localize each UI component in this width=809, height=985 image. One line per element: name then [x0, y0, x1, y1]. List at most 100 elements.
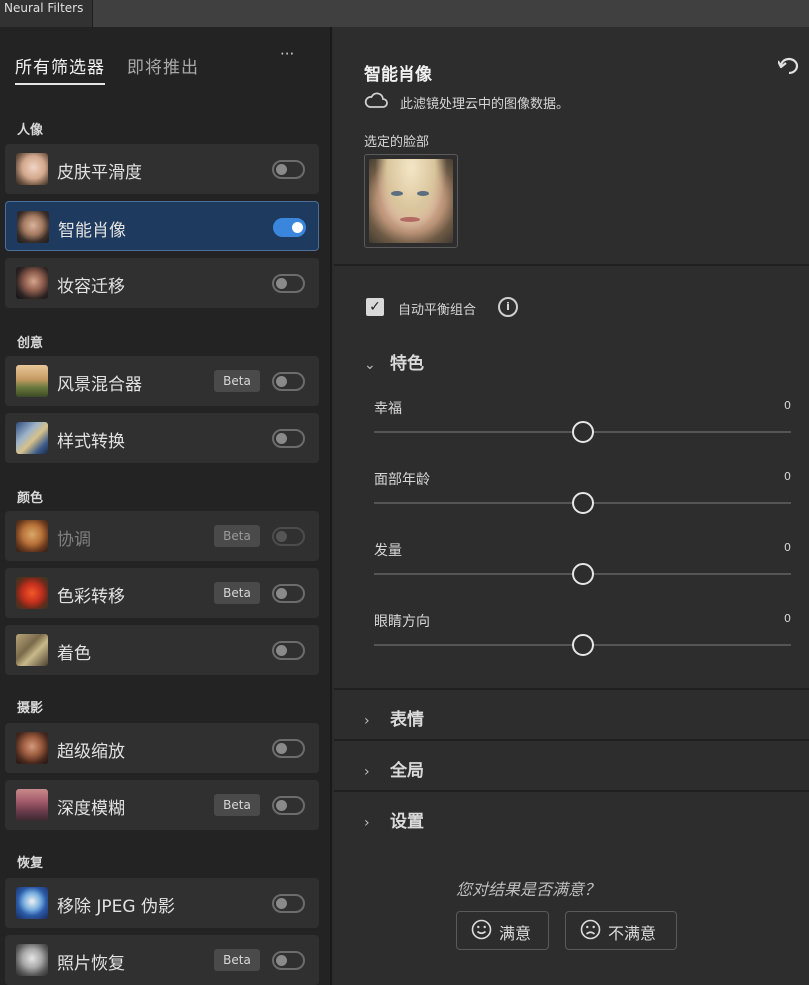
filter-label: 智能肖像 — [58, 221, 126, 241]
unsatisfied-label: 不满意 — [608, 924, 657, 943]
filter-toggle[interactable] — [272, 160, 305, 179]
feedback-question: 您对结果是否满意？ — [456, 880, 601, 899]
filter-toggle[interactable] — [272, 951, 305, 970]
section-header-expression[interactable]: › 表情 — [364, 705, 424, 730]
filter-row-smart-portrait[interactable]: 智能肖像 — [5, 201, 319, 251]
style-transfer-thumbnail-icon — [16, 422, 48, 454]
filter-toggle[interactable] — [272, 274, 305, 293]
filter-row-harmonization[interactable]: 协调 Beta — [5, 511, 319, 561]
slider-handle-hair-thickness[interactable] — [571, 563, 594, 585]
selected-face-thumbnail[interactable] — [364, 154, 458, 248]
filter-row-skin-smoothing[interactable]: 皮肤平滑度 — [5, 144, 319, 194]
filter-row-color-transfer[interactable]: 色彩转移 Beta — [5, 568, 319, 618]
selected-face-label: 选定的脸部 — [364, 135, 430, 150]
section-header-global[interactable]: › 全局 — [364, 756, 424, 781]
slider-handle-eye-direction[interactable] — [571, 634, 594, 656]
filter-label: 样式转换 — [57, 432, 125, 452]
auto-balance-label: 自动平衡组合 — [398, 303, 477, 318]
filter-label: 深度模糊 — [57, 799, 125, 819]
slider-handle-facial-age[interactable] — [571, 492, 594, 514]
slider-value-eye-direction: 0 — [784, 612, 791, 625]
slider-label-hair-thickness: 发量 — [374, 543, 402, 559]
filter-toggle[interactable] — [272, 429, 305, 448]
filter-toggle[interactable] — [272, 796, 305, 815]
chevron-right-icon: › — [364, 764, 370, 780]
window-titlebar: Neural Filters — [0, 0, 809, 27]
filter-toggle[interactable] — [272, 372, 305, 391]
group-label-color: 颜色 — [17, 491, 44, 506]
filter-row-colorize[interactable]: 着色 — [5, 625, 319, 675]
more-options-icon[interactable]: ··· — [280, 45, 294, 63]
window-title-tab[interactable]: Neural Filters — [0, 0, 93, 27]
panel-title: 智能肖像 — [364, 65, 432, 85]
slider-label-facial-age: 面部年龄 — [374, 472, 430, 488]
harmonization-thumbnail-icon — [16, 520, 48, 552]
beta-badge: Beta — [214, 949, 260, 971]
group-label-portrait: 人像 — [17, 123, 44, 138]
filter-label: 移除 JPEG 伪影 — [57, 897, 175, 917]
sidebar-tabs: 所有筛选器 即将推出 ··· — [0, 27, 330, 87]
color-transfer-thumbnail-icon — [16, 577, 48, 609]
filter-label: 妆容迁移 — [57, 277, 125, 297]
section-header-settings[interactable]: › 设置 — [364, 807, 424, 832]
filter-row-landscape-mixer[interactable]: 风景混合器 Beta — [5, 356, 319, 406]
skin-smoothing-thumbnail-icon — [16, 153, 48, 185]
filter-label: 照片恢复 — [57, 954, 125, 974]
chevron-right-icon: › — [364, 713, 370, 729]
filter-toggle[interactable] — [272, 739, 305, 758]
beta-badge: Beta — [214, 794, 260, 816]
colorize-thumbnail-icon — [16, 634, 48, 666]
filter-row-depth-blur[interactable]: 深度模糊 Beta — [5, 780, 319, 830]
filter-row-makeup-transfer[interactable]: 妆容迁移 — [5, 258, 319, 308]
section-divider — [334, 739, 809, 741]
auto-balance-checkbox[interactable]: ✓ — [366, 298, 384, 316]
smart-portrait-thumbnail-icon — [17, 211, 49, 243]
frown-icon — [580, 919, 601, 940]
slider-value-hair-thickness: 0 — [784, 541, 791, 554]
beta-badge: Beta — [214, 582, 260, 604]
makeup-transfer-thumbnail-icon — [16, 267, 48, 299]
filter-toggle[interactable] — [272, 584, 305, 603]
slider-value-happiness: 0 — [784, 399, 791, 412]
filter-row-photo-restoration[interactable]: 照片恢复 Beta — [5, 935, 319, 985]
section-divider — [334, 790, 809, 792]
landscape-mixer-thumbnail-icon — [16, 365, 48, 397]
beta-badge: Beta — [214, 370, 260, 392]
unsatisfied-button[interactable]: 不满意 — [565, 911, 677, 950]
jpeg-artifacts-thumbnail-icon — [16, 887, 48, 919]
filter-row-style-transfer[interactable]: 样式转换 — [5, 413, 319, 463]
photo-restoration-thumbnail-icon — [16, 944, 48, 976]
section-divider — [334, 688, 809, 690]
slider-value-facial-age: 0 — [784, 470, 791, 483]
filter-toggle[interactable] — [273, 218, 306, 237]
super-zoom-thumbnail-icon — [16, 732, 48, 764]
slider-label-eye-direction: 眼睛方向 — [374, 614, 430, 630]
filter-label: 着色 — [57, 644, 91, 664]
slider-handle-happiness[interactable] — [571, 421, 594, 443]
filter-row-jpeg-artifacts[interactable]: 移除 JPEG 伪影 — [5, 878, 319, 928]
satisfied-button[interactable]: 满意 — [456, 911, 549, 950]
filter-row-super-zoom[interactable]: 超级缩放 — [5, 723, 319, 773]
group-label-photography: 摄影 — [17, 701, 44, 716]
chevron-down-icon: ⌄ — [364, 357, 376, 373]
chevron-right-icon: › — [364, 815, 370, 831]
face-image — [369, 159, 453, 243]
beta-badge: Beta — [214, 525, 260, 547]
cloud-processing-note: 此滤镜处理云中的图像数据。 — [400, 97, 570, 112]
filter-toggle[interactable] — [272, 527, 305, 546]
reset-icon[interactable] — [778, 57, 800, 77]
filter-toggle[interactable] — [272, 641, 305, 660]
group-label-creative: 创意 — [17, 336, 44, 351]
filter-label: 皮肤平滑度 — [57, 163, 142, 183]
filters-sidebar: 所有筛选器 即将推出 ··· 人像 皮肤平滑度 智能肖像 妆容迁移 创意 风景混… — [0, 27, 332, 985]
slider-label-happiness: 幸福 — [374, 401, 402, 417]
filter-settings-panel: 智能肖像 此滤镜处理云中的图像数据。 选定的脸部 ✓ 自动平衡组合 i ⌄ 特色 … — [334, 27, 809, 985]
info-icon[interactable]: i — [498, 297, 518, 317]
tab-all-filters[interactable]: 所有筛选器 — [15, 53, 105, 85]
filter-label: 色彩转移 — [57, 587, 125, 607]
group-label-restoration: 恢复 — [17, 856, 44, 871]
section-header-features[interactable]: ⌄ 特色 — [364, 349, 424, 374]
filter-label: 风景混合器 — [57, 375, 142, 395]
filter-toggle[interactable] — [272, 894, 305, 913]
tab-coming-soon[interactable]: 即将推出 — [127, 53, 199, 78]
